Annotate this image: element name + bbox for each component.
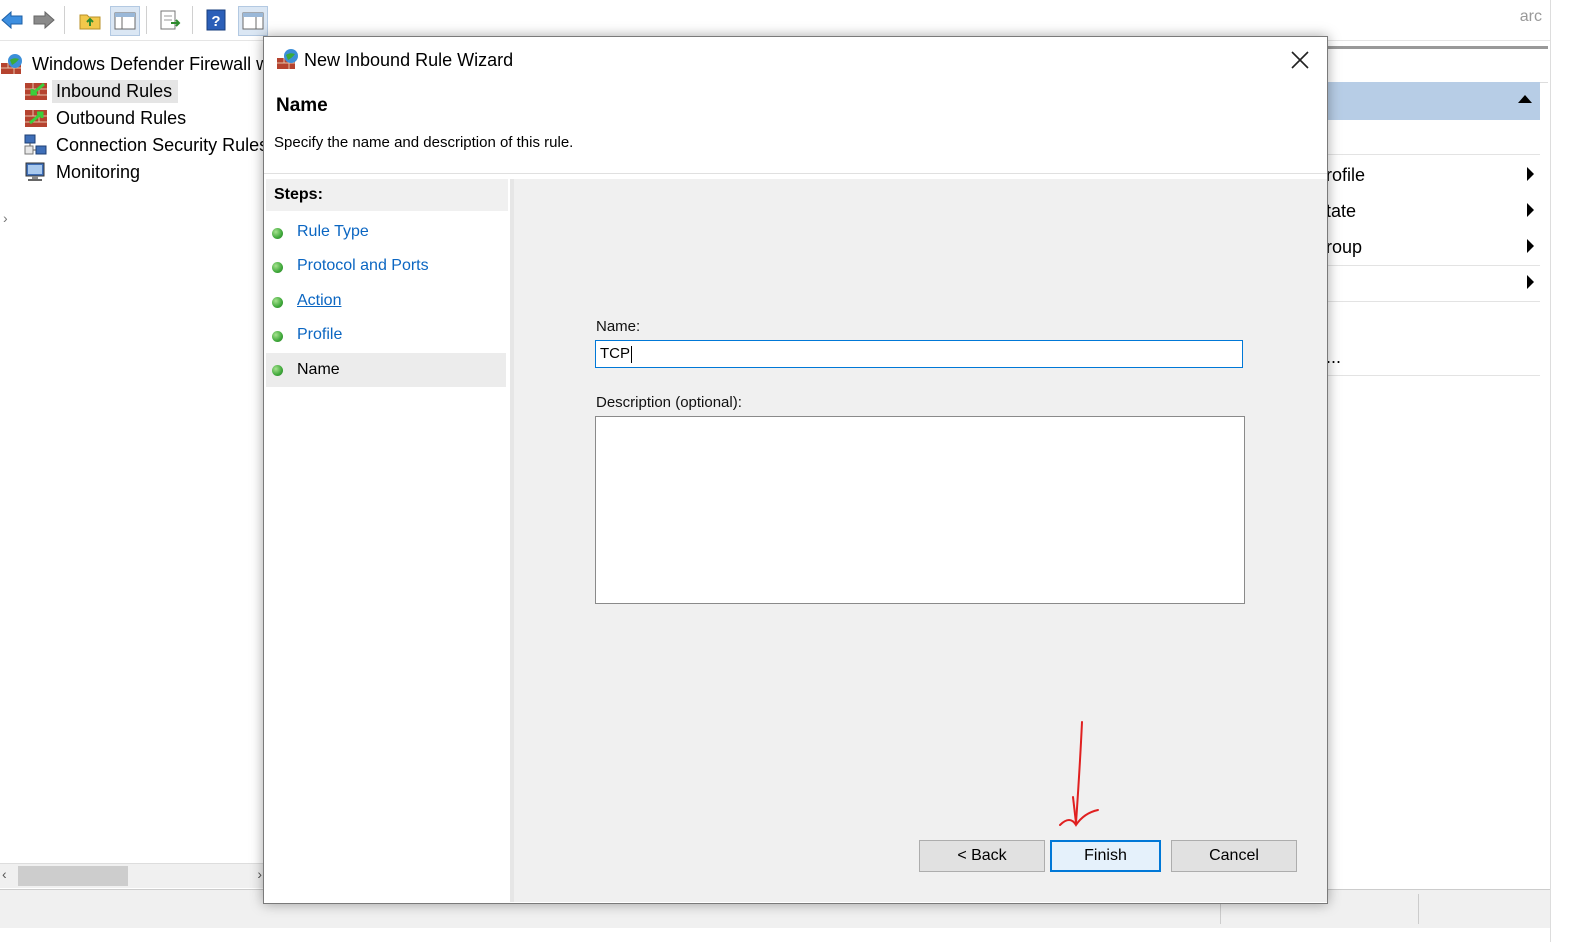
console-tree: Windows Defender Firewall wit Inbound Ru… xyxy=(0,46,264,866)
back-button[interactable]: < Back xyxy=(919,840,1045,872)
steps-header: Steps: xyxy=(266,179,508,211)
connection-security-icon xyxy=(24,134,47,155)
submenu-arrow-icon[interactable] xyxy=(1527,275,1534,289)
scroll-right-icon[interactable]: › xyxy=(257,866,262,882)
actions-section-header[interactable] xyxy=(1326,82,1540,120)
svg-text:?: ? xyxy=(211,13,220,30)
inbound-rules-icon xyxy=(25,82,47,100)
tree-horizontal-scrollbar[interactable]: ‹ › xyxy=(0,863,264,888)
page-title: Name xyxy=(276,95,328,116)
step-protocol-and-ports[interactable]: Protocol and Ports xyxy=(266,251,506,283)
back-arrow-icon[interactable] xyxy=(0,6,26,34)
collapse-up-icon[interactable] xyxy=(1518,95,1532,103)
actions-pane: rofile tate roup ... xyxy=(1326,44,1548,889)
close-icon[interactable] xyxy=(1287,47,1313,73)
page-subtitle: Specify the name and description of this… xyxy=(274,134,574,151)
action-filter-group[interactable]: roup xyxy=(1326,237,1362,258)
step-label: Action xyxy=(297,292,342,309)
step-label: Rule Type xyxy=(297,223,369,240)
show-hide-action-pane-icon[interactable] xyxy=(238,6,268,36)
step-label: Name xyxy=(297,361,340,378)
text-caret xyxy=(631,345,632,363)
tree-item-label: Connection Security Rules xyxy=(56,134,264,155)
tree-item-outbound-rules[interactable]: Outbound Rules xyxy=(24,105,186,131)
tree-item-inbound-rules[interactable]: Inbound Rules xyxy=(24,78,179,104)
scroll-left-icon[interactable]: ‹ xyxy=(2,866,7,882)
action-filter-profile[interactable]: rofile xyxy=(1326,165,1365,186)
description-label: Description (optional): xyxy=(596,394,742,411)
tree-item-label: Inbound Rules xyxy=(52,79,179,103)
new-inbound-rule-wizard: New Inbound Rule Wizard Name Specify the… xyxy=(263,36,1328,904)
steps-panel: Steps: Rule Type Protocol and Ports Acti… xyxy=(264,179,510,902)
step-status-dot-icon xyxy=(272,365,283,376)
firewall-globe-icon xyxy=(1,54,22,74)
actions-header xyxy=(1326,52,1548,83)
export-list-icon[interactable] xyxy=(156,6,184,34)
step-status-dot-icon xyxy=(272,228,283,239)
steps-label: Steps: xyxy=(274,186,323,203)
dialog-title: New Inbound Rule Wizard xyxy=(304,50,514,70)
tree-root[interactable]: Windows Defender Firewall wit xyxy=(0,51,264,77)
chevron-right-icon[interactable]: › xyxy=(3,210,8,226)
submenu-arrow-icon xyxy=(1527,203,1534,217)
outbound-rules-icon xyxy=(25,110,47,127)
action-filter-state[interactable]: tate xyxy=(1326,201,1356,222)
firewall-globe-icon xyxy=(277,49,298,69)
step-status-dot-icon xyxy=(272,331,283,342)
name-input[interactable]: TCP xyxy=(595,340,1243,368)
name-input-value: TCP xyxy=(600,345,630,362)
step-profile[interactable]: Profile xyxy=(266,320,506,352)
step-name[interactable]: Name xyxy=(266,353,506,387)
tree-item-label: Outbound Rules xyxy=(56,107,187,128)
description-textarea[interactable] xyxy=(595,416,1245,604)
finish-button[interactable]: Finish xyxy=(1050,840,1161,872)
window-edge xyxy=(1550,0,1576,942)
tree-root-label: Windows Defender Firewall wit xyxy=(32,53,264,74)
step-status-dot-icon xyxy=(272,297,283,308)
step-label: Profile xyxy=(297,326,343,343)
step-action[interactable]: Action xyxy=(266,286,506,318)
tree-item-label: Monitoring xyxy=(56,161,141,182)
monitoring-icon xyxy=(25,162,45,181)
tree-item-connection-security-rules[interactable]: Connection Security Rules xyxy=(24,132,264,158)
step-rule-type[interactable]: Rule Type xyxy=(266,217,506,249)
step-label: Protocol and Ports xyxy=(297,257,429,274)
step-status-dot-icon xyxy=(272,262,283,273)
help-icon[interactable]: ? xyxy=(202,6,230,34)
show-hide-tree-icon[interactable] xyxy=(110,6,140,36)
action-export-list[interactable]: ... xyxy=(1326,347,1341,368)
search-box-fragment[interactable]: arc xyxy=(1520,8,1542,26)
annotation-arrow-icon xyxy=(1059,721,1099,827)
submenu-arrow-icon xyxy=(1527,239,1534,253)
tree-item-monitoring[interactable]: Monitoring xyxy=(24,159,140,185)
name-label: Name: xyxy=(596,318,641,335)
wizard-content: Name: TCP Description (optional): < Back… xyxy=(514,179,1327,902)
up-folder-icon[interactable] xyxy=(76,6,104,34)
forward-arrow-icon[interactable] xyxy=(30,6,58,34)
scrollbar-thumb[interactable] xyxy=(18,866,128,886)
cancel-button[interactable]: Cancel xyxy=(1171,840,1297,872)
submenu-arrow-icon xyxy=(1527,167,1534,181)
mmc-toolbar: ? arc xyxy=(0,0,1550,41)
